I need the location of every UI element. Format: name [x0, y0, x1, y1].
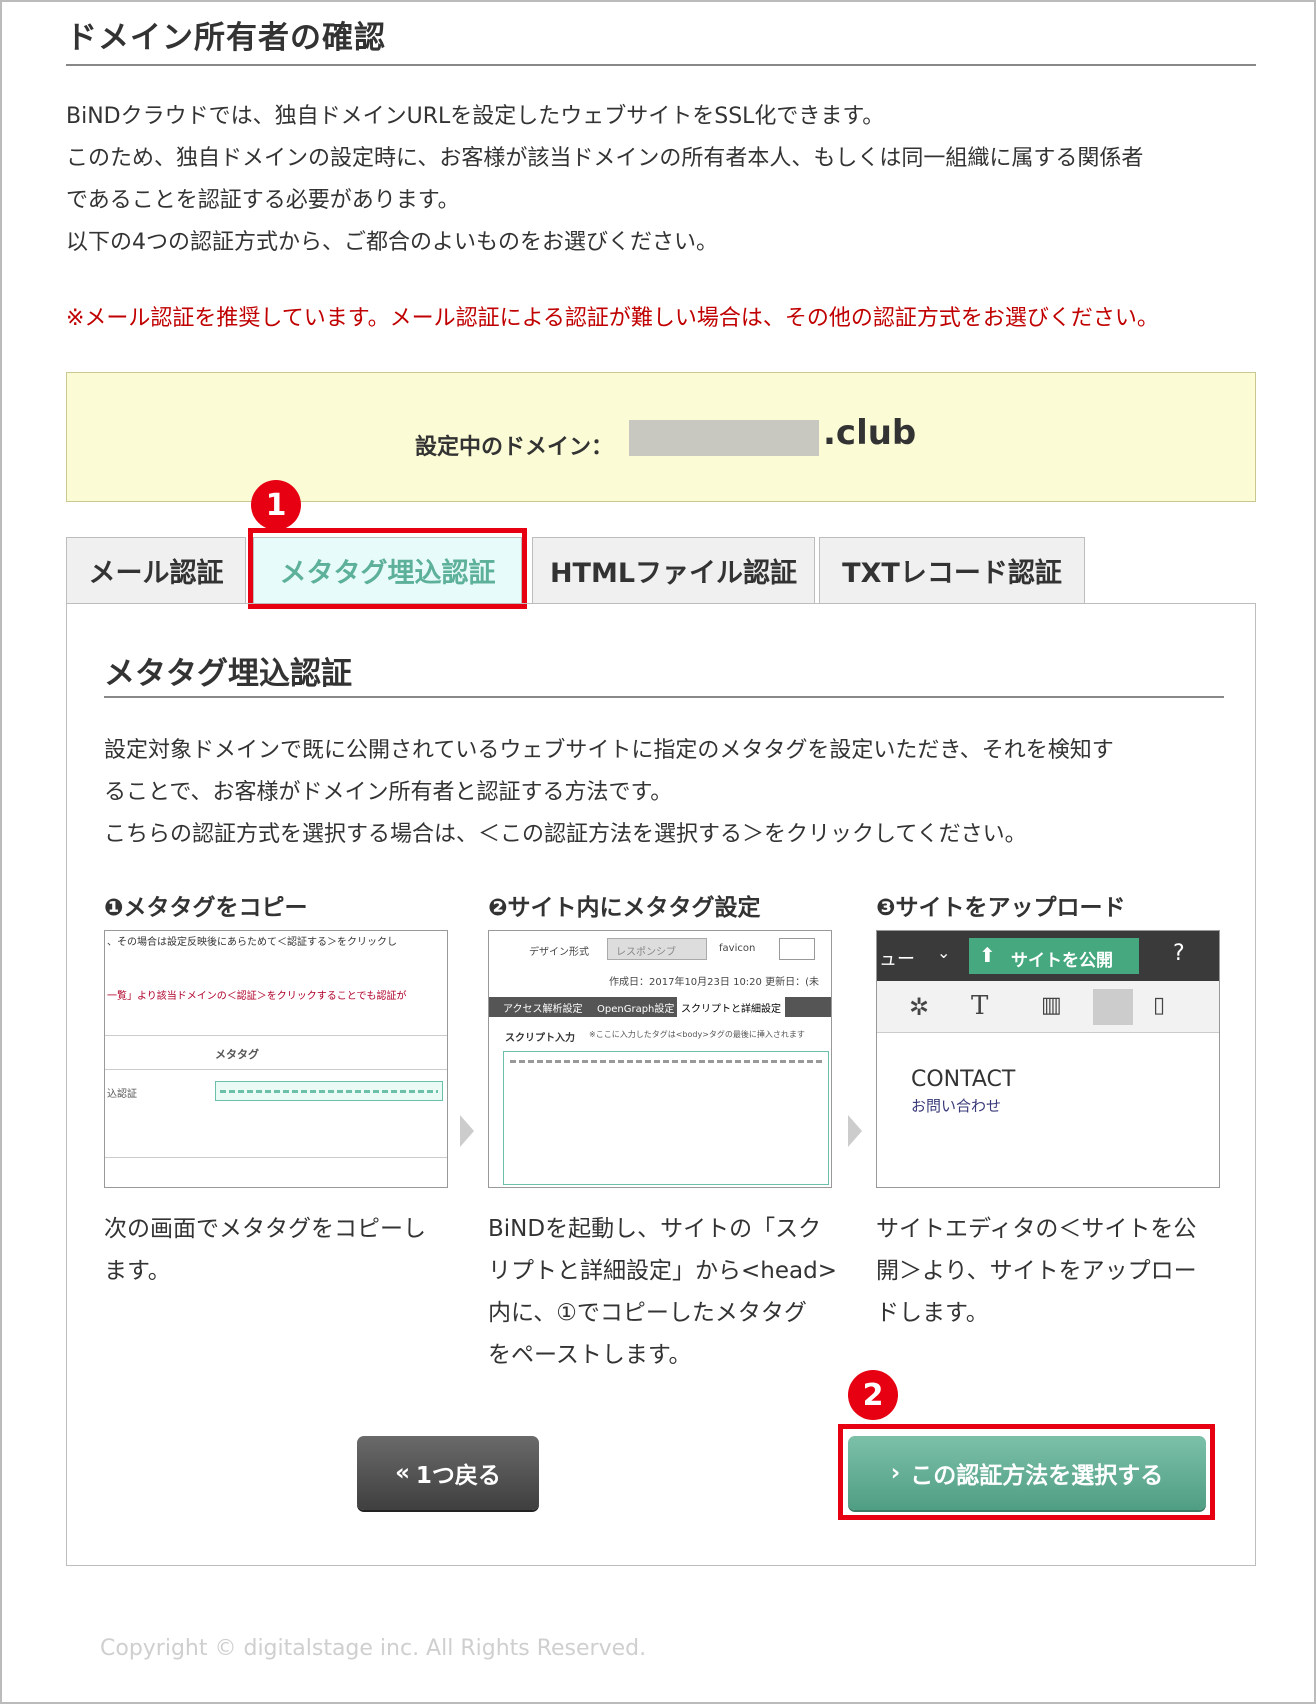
shot-divider	[105, 1069, 447, 1070]
title-divider	[66, 64, 1256, 66]
shot-text: サイトを公開	[1011, 951, 1113, 971]
copyright: Copyright © digitalstage inc. All Rights…	[100, 1636, 647, 1661]
intro-text: BiNDクラウドでは、独自ドメインURLを設定したウェブサイトをSSL化できます…	[66, 96, 1266, 264]
domain-box: 設定中のドメイン： .club	[66, 372, 1256, 502]
shot-select: レスポンシブ	[607, 938, 707, 960]
page-title: ドメイン所有者の確認	[66, 20, 386, 56]
domain-suffix: .club	[823, 413, 917, 453]
step-desc-line: ます。	[104, 1258, 171, 1284]
domain-label: 設定中のドメイン：	[415, 435, 614, 460]
intro-line: 以下の4つの認証方式から、ご都合のよいものをお選びください。	[66, 230, 718, 255]
panel-desc-line: ることで、お客様がドメイン所有者と認証する方法です。	[104, 780, 673, 805]
shot-text: 一覧」より該当ドメインの＜認証＞をクリックすることでも認証が	[107, 991, 407, 1002]
step-marker-2: 2	[848, 1370, 898, 1420]
step-1-screenshot: 、その場合は設定反映後にあらためて＜認証する＞をクリックし 一覧」より該当ドメイ…	[104, 930, 448, 1188]
step-desc-line: 内に、①でコピーしたメタタグ	[488, 1300, 807, 1326]
chevron-right-icon	[460, 1115, 474, 1147]
shot-text: OpenGraph設定	[597, 1004, 675, 1015]
shot-divider	[105, 1035, 447, 1036]
panel-title: メタタグ埋込認証	[104, 656, 352, 692]
shot-script-area	[503, 1051, 829, 1185]
shot-text: アクセス解析設定	[503, 1004, 583, 1015]
shot-text: 込認証	[107, 1089, 137, 1100]
intro-line: BiNDクラウドでは、独自ドメインURLを設定したウェブサイトをSSL化できます…	[66, 104, 885, 129]
recommendation-warning: ※メール認証を推奨しています。メール認証による認証が難しい場合は、その他の認証方…	[66, 306, 1159, 331]
shot-text: favicon	[719, 943, 756, 954]
panel-desc-line: こちらの認証方式を選択する場合は、＜この認証方法を選択する＞をクリックしてくださ…	[104, 822, 1027, 847]
help-icon: ?	[1173, 941, 1185, 966]
shot-text: お問い合わせ	[911, 1097, 1002, 1115]
back-button-label: 1つ戻る	[415, 1463, 501, 1489]
select-highlight-box	[838, 1424, 1215, 1520]
favicon-picker	[779, 938, 815, 960]
shot-text: ※ここに入力したタグは<body>タグの最後に挿入されます	[589, 1030, 805, 1039]
domain-redaction	[629, 420, 819, 456]
double-chevron-left-icon: «	[395, 1460, 410, 1486]
chevron-right-icon	[848, 1115, 862, 1147]
step-desc-line: リプトと詳細設定」から<head>	[488, 1258, 837, 1284]
shot-editor-bar: ✲ T ▥ ▯	[877, 981, 1219, 1033]
auth-panel: メタタグ埋込認証 設定対象ドメインで既に公開されているウェブサイトに指定のメタタ…	[66, 603, 1256, 1566]
upload-icon: ⬆	[979, 943, 996, 967]
intro-line: このため、独自ドメインの設定時に、お客様が該当ドメインの所有者本人、もしくは同一…	[66, 146, 1144, 171]
step-desc-line: BiNDを起動し、サイトの「スク	[488, 1216, 822, 1242]
shot-text: スクリプト入力	[505, 1033, 575, 1044]
step-3-description: サイトエディタの＜サイトを公 開＞より、サイトをアップロー ドします。	[876, 1208, 1226, 1334]
step-2-title: ❷サイト内にメタタグ設定	[488, 895, 761, 921]
step-2-screenshot: デザイン形式 レスポンシブ favicon 作成日：2017年10月23日 10…	[488, 930, 832, 1188]
step-2-description: BiNDを起動し、サイトの「スク リプトと詳細設定」から<head> 内に、①で…	[488, 1208, 838, 1376]
tab-highlight-box	[248, 528, 527, 609]
spinner-icon: ✲	[909, 993, 930, 1021]
step-1-title: ❶メタタグをコピー	[104, 895, 308, 921]
step-3-screenshot: ュー ⌄ ⬆ サイトを公開 ? ✲ T ▥ ▯ CONTACT お問い合わせ	[876, 930, 1220, 1188]
shot-text: ュー	[879, 949, 915, 970]
tab-txt-record-auth[interactable]: TXTレコード認証	[819, 537, 1085, 603]
step-1-description: 次の画面でメタタグをコピーし ます。	[104, 1208, 454, 1292]
desktop-icon	[1093, 989, 1133, 1025]
step-3-title: ❸サイトをアップロード	[876, 895, 1126, 921]
shot-text: 作成日：2017年10月23日 10:20 更新日：(未	[609, 977, 819, 988]
mobile-icon: ▯	[1153, 993, 1166, 1018]
shot-meta-field	[215, 1081, 443, 1101]
shot-text: スクリプトと詳細設定	[677, 997, 785, 1018]
step-marker-1: 1	[251, 480, 301, 530]
panel-description: 設定対象ドメインで既に公開されているウェブサイトに指定のメタタグを設定いただき、…	[104, 730, 1224, 856]
shot-tabbar: アクセス解析設定 OpenGraph設定 スクリプトと詳細設定	[489, 997, 831, 1018]
shot-toolbar: ュー ⌄ ⬆ サイトを公開 ?	[877, 931, 1219, 981]
shot-text: CONTACT	[911, 1067, 1016, 1092]
shot-text: デザイン形式	[529, 947, 589, 958]
shot-text: レスポンシブ	[616, 947, 676, 958]
tab-html-file-auth[interactable]: HTMLファイル認証	[532, 537, 815, 603]
text-tool-icon: T	[971, 991, 989, 1021]
tab-mail-auth[interactable]: メール認証	[66, 537, 246, 603]
shot-text: 、その場合は設定反映後にあらためて＜認証する＞をクリックし	[107, 937, 397, 948]
shot-text: メタタグ	[215, 1048, 259, 1061]
intro-line: であることを認証する必要があります。	[66, 188, 460, 213]
shot-divider	[105, 1157, 447, 1158]
step-desc-line: 次の画面でメタタグをコピーし	[104, 1216, 426, 1242]
step-desc-line: サイトエディタの＜サイトを公	[876, 1216, 1197, 1242]
step-desc-line: ドします。	[876, 1300, 989, 1326]
publish-site-button: ⬆ サイトを公開	[969, 938, 1139, 974]
chevron-down-icon: ⌄	[937, 943, 951, 962]
layout-icon: ▥	[1041, 993, 1062, 1018]
back-button[interactable]: « 1つ戻る	[357, 1436, 539, 1510]
step-desc-line: をペーストします。	[488, 1342, 692, 1368]
panel-desc-line: 設定対象ドメインで既に公開されているウェブサイトに指定のメタタグを設定いただき、…	[104, 738, 1114, 763]
step-desc-line: 開＞より、サイトをアップロー	[876, 1258, 1197, 1284]
panel-divider	[104, 696, 1224, 698]
